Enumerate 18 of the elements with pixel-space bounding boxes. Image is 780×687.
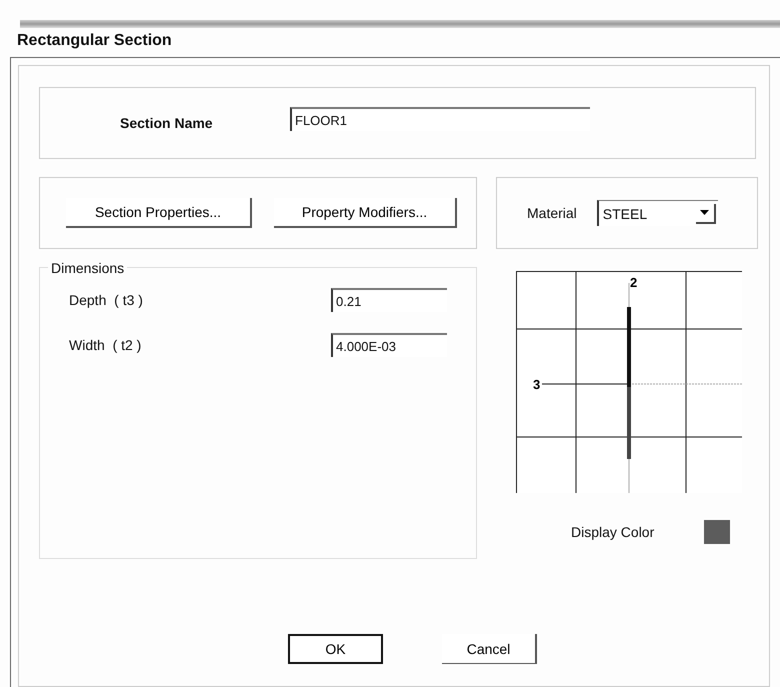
dialog-button[interactable]: OK [288,634,383,664]
property-button[interactable]: Section Properties... [66,198,252,228]
field-label: Width ( t2 ) [69,337,142,353]
material-dropdown[interactable]: STEEL [596,200,718,226]
axis-label: 3 [533,377,540,392]
input-field[interactable]: 4.000E-03 [331,333,447,357]
axis-label: 2 [630,275,638,290]
dialog-button[interactable]: Cancel [442,634,537,664]
color-swatch[interactable] [704,520,730,544]
field-label: Depth ( t3 ) [69,292,144,308]
field-label: Display Color [571,524,656,540]
dropdown-arrow-icon [700,210,710,215]
input-field[interactable]: 0.21 [331,288,447,312]
field-label: Material [527,205,577,221]
window-title: Rectangular Section [17,31,172,51]
input-field[interactable]: FLOOR1 [290,107,590,131]
field-label: Section Name [119,115,214,131]
property-button[interactable]: Property Modifiers... [274,198,457,228]
